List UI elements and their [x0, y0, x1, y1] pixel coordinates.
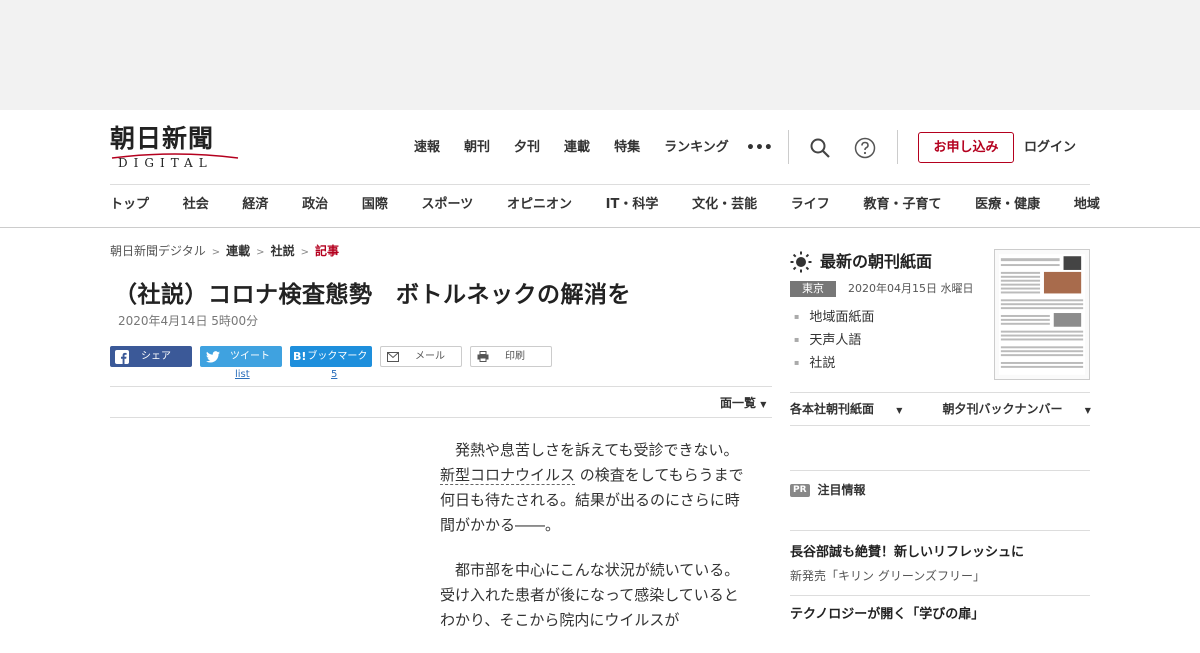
- category-item[interactable]: IT・科学: [606, 194, 659, 216]
- site-header: 朝日新聞 DIGITAL 速報 朝刊 夕刊 連載 特集 ランキング ••• お申…: [0, 110, 1200, 228]
- divider: [897, 130, 898, 164]
- latest-paper-title[interactable]: 最新の朝刊紙面: [820, 251, 932, 273]
- help-icon[interactable]: [853, 136, 877, 160]
- twitter-share-label: ツイート: [230, 351, 270, 362]
- article-date: 2020年4月14日 5時00分: [118, 314, 259, 328]
- divider: [788, 130, 789, 164]
- promo-title[interactable]: テクノロジーが開く「学びの扉」: [790, 605, 984, 625]
- promo-subtitle[interactable]: 新発売「キリン グリーンズフリー」: [790, 567, 985, 585]
- divider: [790, 595, 1090, 596]
- topnav-item[interactable]: ランキング: [664, 138, 729, 158]
- latest-paper-heading: 最新の朝刊紙面: [790, 251, 932, 273]
- divider: [110, 417, 772, 418]
- back-number-dropdown[interactable]: 朝夕刊バックナンバー ▼: [943, 402, 1109, 416]
- category-item[interactable]: 文化・芸能: [692, 194, 757, 216]
- print-icon: [477, 351, 489, 362]
- topnav-item[interactable]: 連載: [564, 138, 590, 158]
- sun-icon: [790, 251, 812, 273]
- category-item[interactable]: トップ: [110, 194, 149, 216]
- print-label: 印刷: [505, 351, 525, 362]
- breadcrumb-separator: >: [211, 247, 221, 258]
- login-link[interactable]: ログイン: [1024, 138, 1076, 158]
- category-item[interactable]: 地域: [1074, 194, 1100, 216]
- article-title: （社説）コロナ検査態勢 ボトルネックの解消を: [114, 282, 631, 308]
- breadcrumb-current: 記事: [314, 244, 339, 258]
- more-menu-button[interactable]: •••: [746, 138, 773, 158]
- breadcrumb-separator: >: [256, 247, 265, 258]
- topnav-item[interactable]: 夕刊: [514, 138, 540, 158]
- dropdown-label: 朝夕刊バックナンバー: [942, 402, 1063, 416]
- logo-japanese: 朝日新聞: [110, 124, 215, 153]
- divider: [790, 425, 1090, 426]
- newspaper-thumbnail[interactable]: [994, 249, 1090, 380]
- subscribe-button[interactable]: お申し込み: [918, 132, 1014, 163]
- category-item[interactable]: オピニオン: [507, 194, 572, 216]
- divider: [790, 392, 1090, 393]
- twitter-icon: [206, 350, 220, 363]
- promo-title[interactable]: 長谷部誠も絶賛！新しいリフレッシュに: [790, 543, 1024, 563]
- mail-icon: [387, 351, 399, 362]
- category-item[interactable]: 医療・健康: [975, 194, 1040, 216]
- facebook-share-label: シェア: [141, 351, 171, 362]
- category-item[interactable]: 国際: [362, 194, 388, 216]
- paragraph-text: 発熱や息苦しさを訴えても受診できない。: [455, 441, 739, 459]
- category-item[interactable]: 政治: [302, 194, 328, 216]
- paper-link[interactable]: 天声人語: [794, 329, 874, 352]
- caret-down-icon: ▼: [1084, 406, 1091, 415]
- hatena-bookmark-button[interactable]: B! ブックマーク: [290, 346, 372, 367]
- keyword-link[interactable]: 新型コロナウイルス: [440, 466, 576, 485]
- divider: [790, 470, 1090, 471]
- breadcrumb-separator: >: [300, 247, 309, 258]
- category-item[interactable]: 教育・子育て: [863, 194, 941, 216]
- site-logo[interactable]: 朝日新聞 DIGITAL: [110, 126, 240, 170]
- facebook-share-button[interactable]: シェア: [110, 346, 192, 367]
- paper-link[interactable]: 社説: [794, 352, 874, 375]
- facebook-icon: [115, 349, 129, 364]
- paper-dropdowns: 各本社朝刊紙面 ▼ 朝夕刊バックナンバー ▼: [790, 400, 1127, 420]
- divider: [110, 386, 772, 387]
- mail-share-label: メール: [415, 351, 445, 362]
- page-list-dropdown[interactable]: 面一覧 ▼: [720, 394, 766, 414]
- print-button[interactable]: 印刷: [470, 346, 552, 367]
- top-nav: 速報 朝刊 夕刊 連載 特集 ランキング: [414, 138, 753, 158]
- category-item[interactable]: ライフ: [791, 194, 830, 216]
- hatena-bookmark-label: ブックマーク: [307, 351, 368, 362]
- paper-link[interactable]: 地域面紙面: [794, 306, 874, 329]
- category-item[interactable]: 経済: [242, 194, 268, 216]
- pr-label: 注目情報: [817, 483, 866, 497]
- page-list-label: 面一覧: [720, 396, 757, 410]
- regional-papers-dropdown[interactable]: 各本社朝刊紙面 ▼: [790, 402, 920, 416]
- hatena-icon: B!: [293, 350, 307, 363]
- logo-digital: DIGITAL: [118, 156, 213, 170]
- pr-badge: PR: [790, 483, 810, 497]
- hatena-bookmark-count[interactable]: 5: [331, 369, 337, 381]
- breadcrumb-serial[interactable]: 連載: [226, 244, 250, 258]
- breadcrumb: 朝日新聞デジタル > 連載 > 社説 > 記事: [110, 242, 339, 262]
- category-nav: トップ 社会 経済 政治 国際 スポーツ オピニオン IT・科学 文化・芸能 ラ…: [110, 194, 1100, 216]
- breadcrumb-editorial[interactable]: 社説: [271, 244, 295, 258]
- caret-down-icon: ▼: [896, 406, 903, 415]
- twitter-share-count[interactable]: list: [235, 369, 250, 381]
- paper-date: 2020年04月15日 水曜日: [848, 282, 974, 295]
- paper-links: 地域面紙面 天声人語 社説: [794, 306, 874, 375]
- article-paragraph: 発熱や息苦しさを訴えても受診できない。 新型コロナウイルス の検査をしてもらうま…: [440, 438, 750, 538]
- pr-heading: PR 注目情報: [790, 481, 866, 499]
- article-body: 発熱や息苦しさを訴えても受診できない。 新型コロナウイルス の検査をしてもらうま…: [440, 438, 750, 653]
- article-paragraph: 都市部を中心にこんな状況が続いている。受け入れた患者が後になって感染しているとわ…: [440, 561, 740, 629]
- category-item[interactable]: 社会: [183, 194, 209, 216]
- dropdown-label: 各本社朝刊紙面: [790, 402, 875, 416]
- breadcrumb-home[interactable]: 朝日新聞デジタル: [110, 244, 206, 258]
- region-badge: 東京: [790, 281, 836, 297]
- header-divider: [110, 184, 1090, 185]
- topnav-item[interactable]: 特集: [614, 138, 640, 158]
- caret-down-icon: ▼: [760, 400, 767, 409]
- search-icon[interactable]: [808, 136, 832, 160]
- ad-band: [0, 0, 1200, 110]
- divider: [790, 530, 1090, 531]
- topnav-item[interactable]: 朝刊: [464, 138, 490, 158]
- mail-share-button[interactable]: メール: [380, 346, 462, 367]
- topnav-item[interactable]: 速報: [414, 138, 440, 158]
- category-item[interactable]: スポーツ: [422, 194, 474, 216]
- twitter-share-button[interactable]: ツイート: [200, 346, 282, 367]
